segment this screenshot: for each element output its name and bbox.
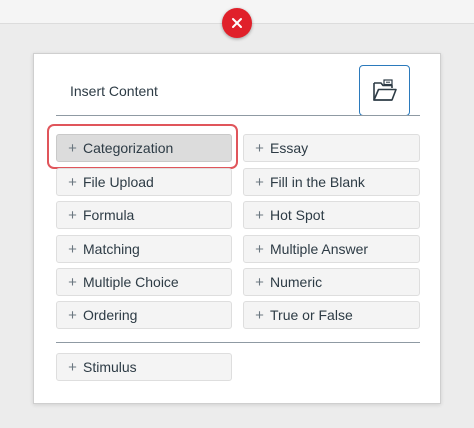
item-formula[interactable]: + Formula bbox=[56, 201, 232, 229]
item-label: Numeric bbox=[270, 274, 323, 290]
item-label: Essay bbox=[270, 140, 309, 156]
plus-icon: + bbox=[255, 240, 264, 258]
item-ordering[interactable]: + Ordering bbox=[56, 301, 232, 329]
open-folder-button[interactable] bbox=[359, 65, 410, 116]
item-label: Stimulus bbox=[83, 359, 137, 375]
plus-icon: + bbox=[68, 358, 77, 376]
item-label: Multiple Answer bbox=[270, 241, 369, 257]
plus-icon: + bbox=[68, 240, 77, 258]
item-label: Hot Spot bbox=[270, 207, 325, 223]
item-categorization[interactable]: + Categorization bbox=[56, 134, 232, 162]
item-label: Fill in the Blank bbox=[270, 174, 365, 190]
item-label: File Upload bbox=[83, 174, 154, 190]
plus-icon: + bbox=[255, 306, 264, 324]
item-true-or-false[interactable]: + True or False bbox=[243, 301, 420, 329]
plus-icon: + bbox=[68, 139, 77, 157]
item-fill-in-the-blank[interactable]: + Fill in the Blank bbox=[243, 168, 420, 196]
item-stimulus[interactable]: + Stimulus bbox=[56, 353, 232, 381]
plus-icon: + bbox=[68, 306, 77, 324]
item-label: True or False bbox=[270, 307, 353, 323]
item-file-upload[interactable]: + File Upload bbox=[56, 168, 232, 196]
item-label: Categorization bbox=[83, 140, 174, 156]
item-matching[interactable]: + Matching bbox=[56, 235, 232, 263]
item-numeric[interactable]: + Numeric bbox=[243, 268, 420, 296]
divider-top bbox=[56, 115, 420, 116]
item-multiple-answer[interactable]: + Multiple Answer bbox=[243, 235, 420, 263]
item-label: Ordering bbox=[83, 307, 138, 323]
close-icon bbox=[232, 18, 242, 28]
panel-title: Insert Content bbox=[70, 83, 158, 99]
item-label: Multiple Choice bbox=[83, 274, 179, 290]
item-hot-spot[interactable]: + Hot Spot bbox=[243, 201, 420, 229]
item-label: Matching bbox=[83, 241, 140, 257]
plus-icon: + bbox=[68, 273, 77, 291]
plus-icon: + bbox=[255, 206, 264, 224]
plus-icon: + bbox=[68, 173, 77, 191]
divider-bottom bbox=[56, 342, 420, 343]
insert-content-panel: Insert Content + Categorization + Essay … bbox=[33, 53, 441, 404]
plus-icon: + bbox=[255, 273, 264, 291]
close-button[interactable] bbox=[222, 8, 252, 38]
plus-icon: + bbox=[68, 206, 77, 224]
item-multiple-choice[interactable]: + Multiple Choice bbox=[56, 268, 232, 296]
item-essay[interactable]: + Essay bbox=[243, 134, 420, 162]
plus-icon: + bbox=[255, 139, 264, 157]
plus-icon: + bbox=[255, 173, 264, 191]
folder-open-icon bbox=[372, 78, 397, 101]
item-label: Formula bbox=[83, 207, 135, 223]
